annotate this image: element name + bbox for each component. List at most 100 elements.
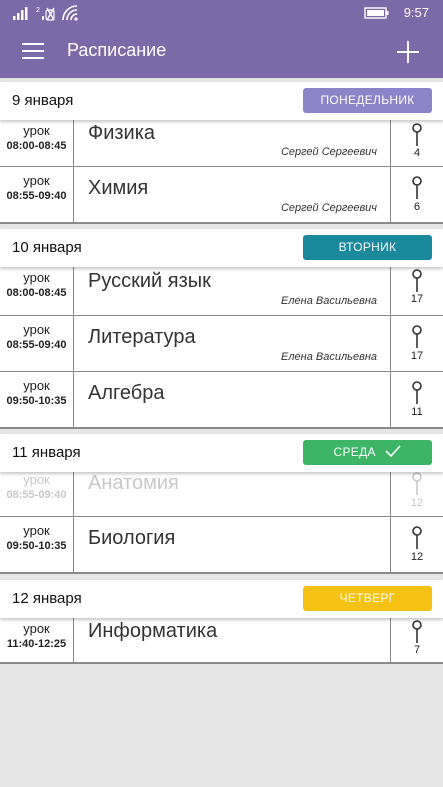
lesson-subject: Алгебра (88, 382, 165, 404)
room-number: 17 (410, 350, 424, 362)
lesson-type: урок (23, 322, 50, 337)
status-bar: 2 9:57 (0, 0, 443, 26)
lesson-time-cell: урок 09:50-10:35 (0, 372, 74, 427)
room-cell: 4 (390, 120, 443, 166)
day-section-thursday: 12 января ЧЕТВЕРГ урок 11:40-12:25 Инфор… (0, 580, 443, 664)
lesson-time: 08:00-08:45 (6, 287, 67, 299)
day-header: 10 января ВТОРНИК (0, 229, 443, 267)
room-number: 17 (410, 293, 424, 305)
lesson-type: урок (23, 523, 50, 538)
checkmark-icon (385, 445, 402, 458)
day-section-monday: 9 января ПОНЕДЕЛЬНИК урок 08:00-08:45 Фи… (0, 82, 443, 224)
status-time: 9:57 (403, 5, 429, 20)
day-date: 10 января (12, 239, 82, 256)
location-pin-icon (412, 269, 422, 292)
room-cell: 12 (390, 517, 443, 572)
lesson-row[interactable]: урок 08:55-09:40 Химия Сергей Сергеевич … (0, 166, 443, 222)
room-number: 6 (413, 201, 421, 213)
lesson-row[interactable]: урок 08:00-08:45 Русский язык Елена Васи… (0, 267, 443, 315)
lesson-time: 08:55-09:40 (6, 190, 67, 202)
room-number: 11 (411, 406, 423, 418)
room-number: 12 (410, 551, 424, 563)
divider (0, 572, 443, 574)
lesson-time-cell: урок 08:55-09:40 (0, 316, 74, 371)
lesson-type: урок (23, 173, 50, 188)
lesson-time: 08:55-09:40 (6, 339, 67, 351)
lesson-type: урок (23, 270, 50, 285)
room-number: 7 (413, 644, 421, 656)
lesson-subject: Анатомия (88, 472, 179, 494)
lesson-type: урок (23, 123, 50, 138)
lesson-row[interactable]: урок 09:50-10:35 Биология 12 (0, 516, 443, 572)
room-cell: 7 (390, 618, 443, 662)
lesson-type: урок (23, 621, 50, 636)
lesson-subject: Информатика (88, 620, 218, 642)
lesson-teacher: Елена Васильевна (281, 351, 377, 363)
day-header: 11 января СРЕДА (0, 434, 443, 472)
weekday-badge[interactable]: ЧЕТВЕРГ (303, 586, 432, 611)
battery-icon (364, 7, 389, 19)
location-pin-icon (412, 176, 422, 199)
lesson-row[interactable]: урок 08:55-09:40 Литература Елена Василь… (0, 315, 443, 371)
lesson-row[interactable]: урок 08:55-09:40 Анатомия 12 (0, 472, 443, 516)
signal-strength-icon (13, 7, 28, 20)
lesson-time: 08:55-09:40 (6, 489, 67, 501)
lesson-time-cell: урок 08:00-08:45 (0, 120, 74, 166)
lesson-subject: Физика (88, 122, 156, 144)
day-header: 9 января ПОНЕДЕЛЬНИК (0, 82, 443, 120)
lesson-time-cell: урок 08:55-09:40 (0, 167, 74, 222)
lesson-teacher: Сергей Сергеевич (280, 146, 377, 158)
lesson-row[interactable]: урок 11:40-12:25 Информатика 7 (0, 618, 443, 662)
lesson-time: 09:50-10:35 (6, 395, 67, 407)
lesson-teacher: Елена Васильевна (281, 295, 377, 307)
day-header: 12 января ЧЕТВЕРГ (0, 580, 443, 618)
lesson-row[interactable]: урок 09:50-10:35 Алгебра 11 (0, 371, 443, 427)
weekday-badge[interactable]: ВТОРНИК (303, 235, 432, 260)
lesson-row[interactable]: урок 08:00-08:45 Физика Сергей Сергеевич… (0, 120, 443, 166)
day-date: 11 января (12, 444, 81, 461)
room-cell: 6 (390, 167, 443, 222)
lesson-time: 11:40-12:25 (6, 638, 67, 650)
location-pin-icon (412, 526, 422, 549)
location-pin-icon (412, 472, 422, 495)
room-cell: 17 (390, 267, 443, 315)
room-cell: 11 (390, 372, 443, 427)
lesson-time-cell: урок 09:50-10:35 (0, 517, 74, 572)
location-pin-icon (412, 325, 422, 348)
lesson-subject: Химия (88, 177, 149, 199)
svg-text:2: 2 (36, 7, 40, 14)
page-title: Расписание (67, 40, 167, 60)
lesson-type: урок (23, 378, 50, 393)
location-pin-icon (412, 381, 422, 404)
lesson-subject: Литература (88, 326, 196, 348)
lesson-time-cell: урок 08:55-09:40 (0, 472, 74, 516)
lesson-time: 09:50-10:35 (6, 540, 67, 552)
lesson-teacher: Сергей Сергеевич (280, 202, 377, 214)
divider (0, 427, 443, 429)
day-date: 9 января (12, 92, 74, 109)
day-section-wednesday: 11 января СРЕДА урок 08:55-09:40 Анатоми… (0, 434, 443, 574)
room-number: 12 (410, 497, 424, 509)
divider (0, 222, 443, 224)
weekday-badge[interactable]: СРЕДА (303, 440, 432, 465)
weekday-label: СРЕДА (333, 445, 376, 459)
lesson-subject: Биология (88, 527, 176, 549)
room-number: 4 (413, 147, 421, 159)
menu-icon[interactable] (22, 43, 44, 61)
app-header: Расписание (0, 26, 443, 78)
day-date: 12 января (12, 590, 82, 607)
lesson-time-cell: урок 11:40-12:25 (0, 618, 74, 662)
location-pin-icon (412, 620, 422, 643)
location-pin-icon (412, 123, 422, 146)
room-cell: 17 (390, 316, 443, 371)
weekday-badge[interactable]: ПОНЕДЕЛЬНИК (303, 88, 432, 113)
lesson-time: 08:00-08:45 (6, 140, 67, 152)
lesson-subject: Русский язык (88, 270, 211, 292)
wifi-icon (62, 5, 78, 21)
day-section-tuesday: 10 января ВТОРНИК урок 08:00-08:45 Русск… (0, 229, 443, 429)
sim2-signal-icon: 2 (36, 7, 55, 21)
room-cell: 12 (390, 472, 443, 516)
lesson-type: урок (23, 472, 50, 487)
divider (0, 662, 443, 664)
add-icon[interactable] (395, 39, 421, 65)
